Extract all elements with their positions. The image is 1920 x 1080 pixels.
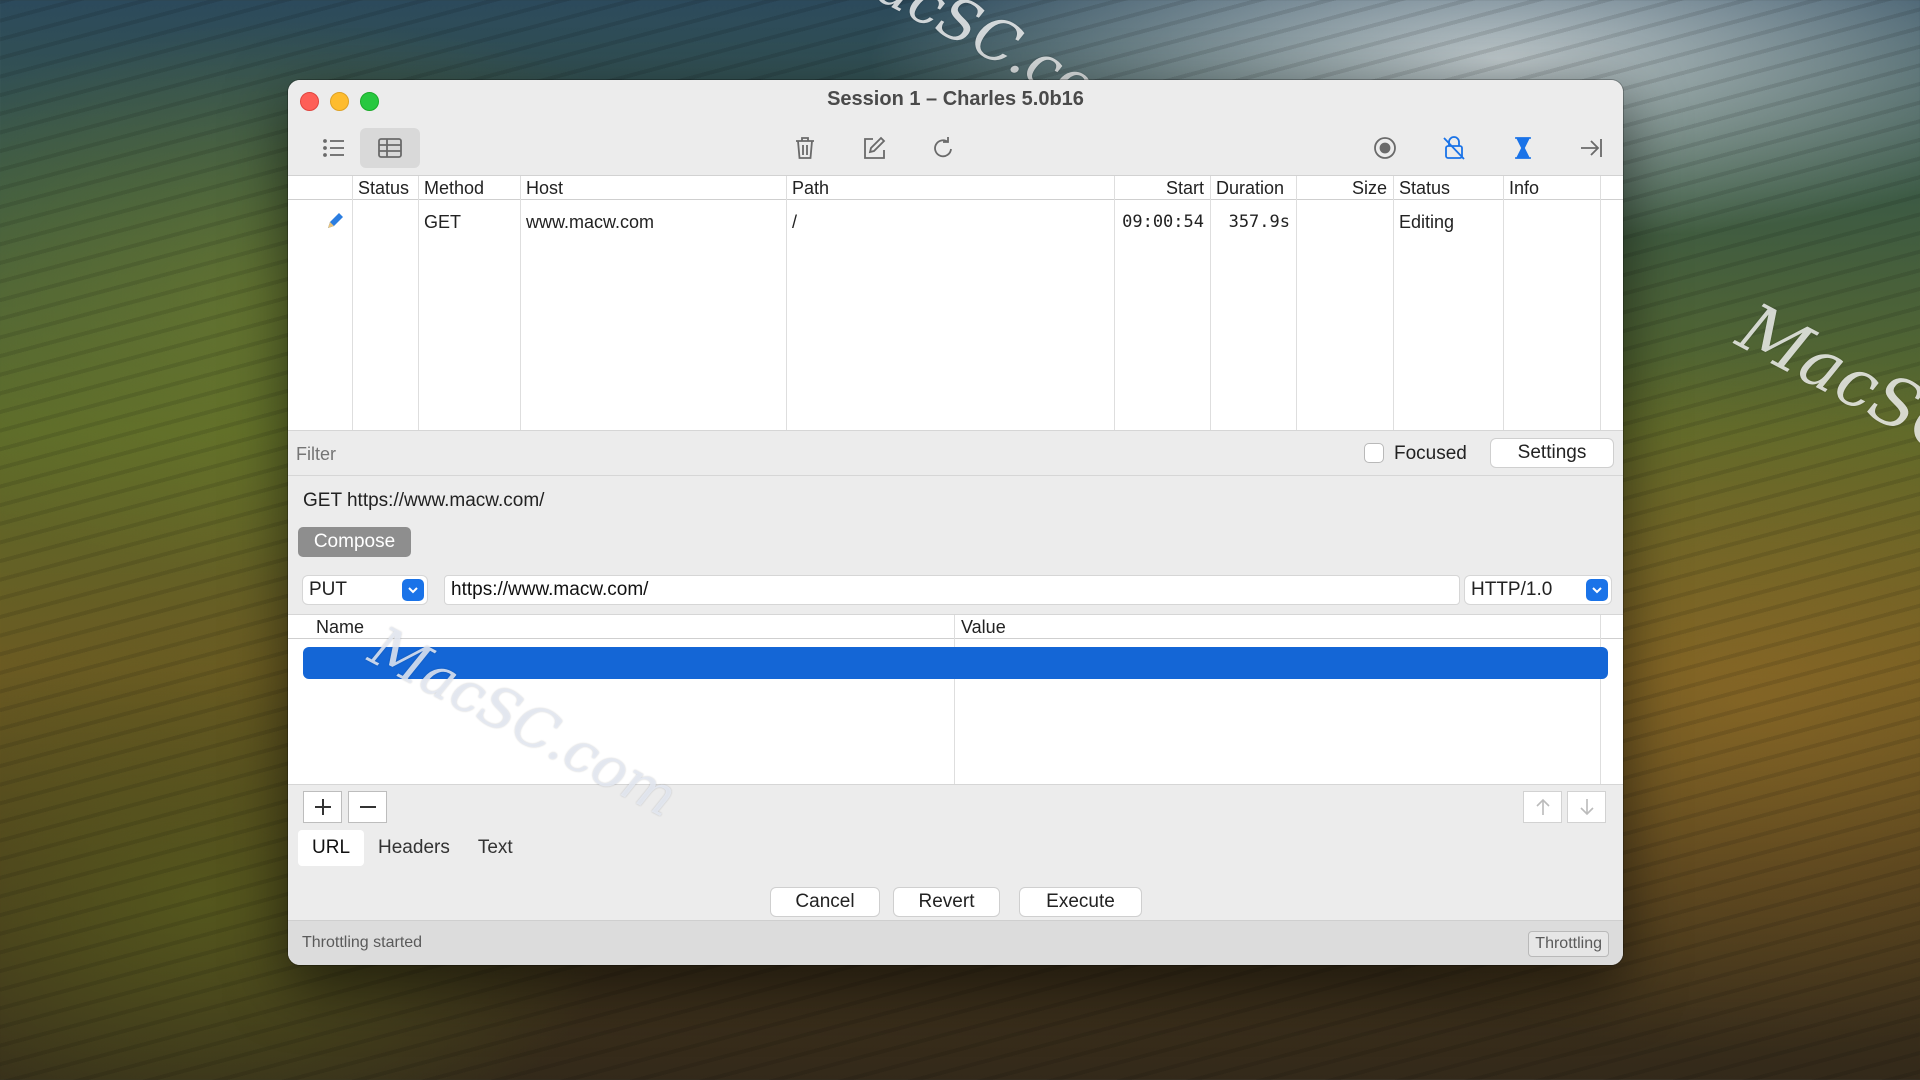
move-down-button[interactable] [1567, 791, 1606, 823]
column-divider [1296, 176, 1297, 430]
chevron-down-icon [1586, 579, 1608, 601]
column-name[interactable]: Name [316, 617, 364, 638]
params-table: Name Value [288, 614, 1623, 785]
row-start: 09:00:54 [1122, 212, 1204, 232]
cancel-button[interactable]: Cancel [770, 887, 880, 917]
column-divider [520, 176, 521, 430]
window-title: Session 1 – Charles 5.0b16 [827, 88, 1084, 110]
record-icon [1374, 137, 1396, 159]
trash-icon [796, 137, 814, 159]
column-status[interactable]: Status [352, 176, 418, 199]
row-method: GET [424, 212, 462, 232]
record-button[interactable] [1361, 128, 1409, 168]
column-divider [1600, 176, 1601, 430]
column-path[interactable]: Path [786, 176, 1114, 199]
filter-input[interactable] [296, 444, 796, 465]
column-divider [1393, 176, 1394, 430]
method-value: PUT [309, 579, 347, 600]
method-select[interactable]: PUT [302, 575, 428, 605]
ssl-proxying-button[interactable] [1430, 128, 1478, 168]
column-value[interactable]: Value [961, 617, 1006, 638]
row-duration: 357.9s [1228, 212, 1290, 232]
breakpoints-button[interactable] [1567, 128, 1615, 168]
plus-icon [314, 799, 331, 815]
column-divider [418, 176, 419, 430]
remove-param-button[interactable] [348, 791, 387, 823]
status-bar: Throttling started Throttling [288, 920, 1623, 965]
add-param-button[interactable] [303, 791, 342, 823]
compose-tab[interactable]: Compose [298, 527, 411, 557]
editing-pencil-icon [318, 200, 352, 430]
table-row[interactable]: GET www.macw.com / 09:00:54 357.9s Editi… [288, 200, 1623, 430]
column-status-2[interactable]: Status [1393, 176, 1503, 199]
throttle-button[interactable] [1499, 128, 1547, 168]
column-host[interactable]: Host [520, 176, 786, 199]
column-start[interactable]: Start [1114, 176, 1210, 199]
request-summary: GET https://www.macw.com/ [303, 490, 545, 511]
tab-text[interactable]: Text [464, 830, 527, 866]
status-text: Throttling started [302, 934, 423, 951]
breakpoint-icon [1581, 139, 1602, 157]
clear-session-button[interactable] [781, 128, 829, 168]
compose-tabs: URL Headers Text [298, 830, 527, 866]
column-divider [786, 176, 787, 430]
column-divider [1503, 176, 1504, 430]
arrow-up-icon [1535, 798, 1550, 815]
filter-bar: Focused Settings [288, 430, 1623, 476]
settings-button[interactable]: Settings [1490, 438, 1614, 468]
move-up-button[interactable] [1523, 791, 1562, 823]
url-input[interactable]: https://www.macw.com/ [444, 575, 1460, 605]
protocol-select[interactable]: HTTP/1.0 [1464, 575, 1612, 605]
table-view-icon [378, 138, 402, 158]
focused-label: Focused [1394, 443, 1467, 464]
watermark: MacSC.com [1725, 288, 1920, 551]
row-path: / [792, 212, 798, 232]
row-host: www.macw.com [526, 212, 655, 232]
compose-request-button[interactable] [850, 128, 898, 168]
minus-icon [359, 806, 376, 808]
column-divider [352, 176, 353, 430]
column-divider [1210, 176, 1211, 430]
arrow-down-icon [1579, 799, 1594, 816]
throttle-icon [1515, 137, 1531, 159]
tab-url[interactable]: URL [298, 830, 365, 866]
list-view-button[interactable] [310, 128, 358, 168]
throttling-button[interactable]: Throttling [1528, 931, 1609, 957]
params-header: Name Value [288, 615, 1623, 639]
table-view-button[interactable] [360, 128, 420, 168]
chevron-down-icon [402, 579, 424, 601]
list-view-icon [323, 139, 344, 157]
column-divider [1600, 615, 1601, 785]
charles-window: Session 1 – Charles 5.0b16 Status Method… [288, 80, 1623, 965]
revert-button[interactable]: Revert [893, 887, 1000, 917]
title-bar: Session 1 – Charles 5.0b16 [288, 80, 1623, 176]
column-info[interactable]: Info [1503, 176, 1601, 199]
focused-checkbox[interactable] [1364, 443, 1384, 463]
execute-button[interactable]: Execute [1019, 887, 1142, 917]
ssl-proxy-icon [1443, 136, 1465, 160]
column-divider [1114, 176, 1115, 430]
column-duration[interactable]: Duration [1210, 176, 1296, 199]
repeat-request-button[interactable] [919, 128, 967, 168]
column-method[interactable]: Method [418, 176, 520, 199]
column-divider [954, 615, 955, 785]
protocol-value: HTTP/1.0 [1471, 579, 1553, 600]
selected-param-row[interactable] [303, 647, 1608, 679]
tab-headers[interactable]: Headers [364, 830, 464, 866]
session-table-header: Status Method Host Path Start Duration S… [288, 176, 1623, 200]
params-toolbar [288, 784, 1623, 828]
column-size[interactable]: Size [1296, 176, 1393, 199]
refresh-icon [934, 137, 952, 158]
edit-icon [864, 136, 886, 159]
row-status: Editing [1399, 212, 1455, 232]
session-table: Status Method Host Path Start Duration S… [288, 176, 1623, 430]
